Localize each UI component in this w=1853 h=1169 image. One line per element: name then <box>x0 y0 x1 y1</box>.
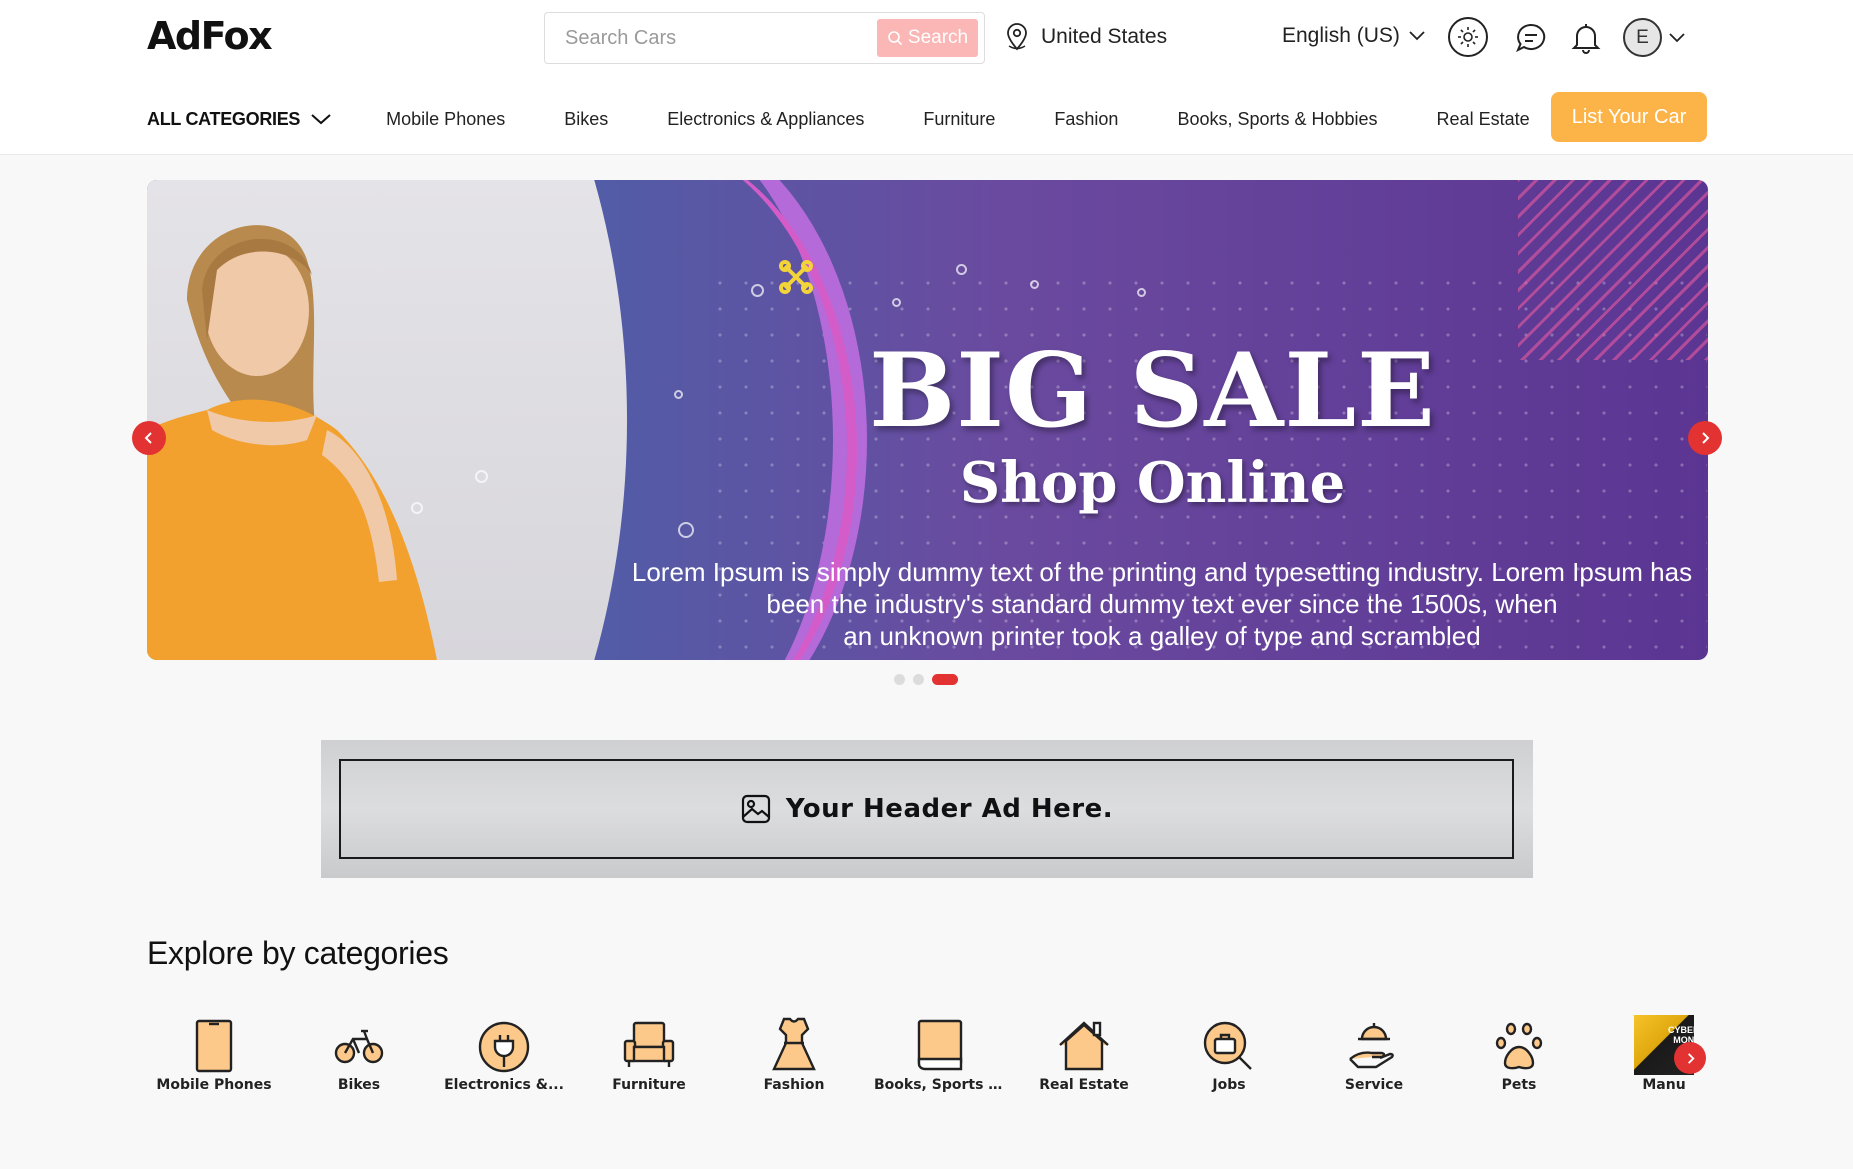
banner-body-line: Lorem Ipsum is simply dummy text of the … <box>631 557 1693 587</box>
site-header: AdFox Search United States English (US) … <box>0 0 1853 155</box>
theme-toggle-button[interactable] <box>1448 17 1488 57</box>
category-label: Electronics &... <box>444 1077 564 1093</box>
category-label: Real Estate <box>1039 1077 1129 1093</box>
category-bikes[interactable]: Bikes <box>294 1015 424 1093</box>
chevron-down-icon <box>1409 31 1425 41</box>
sun-icon <box>1458 27 1478 47</box>
category-nav: ALL CATEGORIES Mobile Phones Bikes Elect… <box>147 104 1589 134</box>
all-categories-dropdown[interactable]: ALL CATEGORIES <box>147 109 332 130</box>
banner-headline: BIG SALE <box>869 331 1436 451</box>
search-input[interactable] <box>565 21 865 55</box>
search-bar: Search <box>544 12 985 64</box>
search-icon <box>888 31 902 46</box>
category-label: Service <box>1344 1077 1404 1093</box>
house-icon <box>1059 1021 1109 1071</box>
category-fashion[interactable]: Fashion <box>729 1015 859 1093</box>
ring-decoration <box>751 284 764 297</box>
book-icon <box>917 1019 963 1071</box>
category-label: Fashion <box>763 1077 825 1093</box>
ring-decoration <box>892 298 901 307</box>
nav-item-mobile-phones[interactable]: Mobile Phones <box>386 109 505 130</box>
banner-next-button[interactable] <box>1688 421 1722 455</box>
ring-decoration <box>678 522 694 538</box>
nav-item-fashion[interactable]: Fashion <box>1054 109 1118 130</box>
location-pin-icon <box>1007 23 1027 51</box>
nav-item-bikes[interactable]: Bikes <box>564 109 608 130</box>
job-search-icon <box>1203 1021 1252 1070</box>
dress-icon <box>772 1017 816 1071</box>
banner-body-line: been the industry's standard dummy text … <box>766 589 1558 619</box>
search-button-label: Search <box>907 27 969 48</box>
ad-text: Your Header Ad Here. <box>785 794 1114 824</box>
header-ad-banner[interactable]: Your Header Ad Here. <box>321 740 1533 878</box>
category-label: Pets <box>1501 1077 1537 1093</box>
logo[interactable]: AdFox <box>147 14 273 58</box>
category-label: Furniture <box>612 1077 686 1093</box>
categories-heading: Explore by categories <box>147 935 449 971</box>
category-manual[interactable]: CYBER MON Manu <box>1599 1015 1729 1093</box>
ad-frame: Your Header Ad Here. <box>339 759 1514 859</box>
plug-icon <box>478 1021 530 1073</box>
pager-dot[interactable] <box>894 674 905 685</box>
chevron-left-icon <box>144 432 152 444</box>
account-chevron-down-icon[interactable] <box>1668 32 1686 44</box>
bicycle-icon <box>334 1029 384 1064</box>
category-label: Mobile Phones <box>156 1077 272 1093</box>
list-your-car-button[interactable]: List Your Car <box>1551 92 1707 142</box>
category-jobs[interactable]: Jobs <box>1164 1015 1294 1093</box>
nav-item-real-estate[interactable]: Real Estate <box>1437 109 1530 130</box>
pager-dot[interactable] <box>913 674 924 685</box>
search-button[interactable]: Search <box>877 19 978 57</box>
banner-body-text: Lorem Ipsum is simply dummy text of the … <box>622 556 1702 652</box>
nav-item-electronics-appliances[interactable]: Electronics & Appliances <box>667 109 864 130</box>
all-categories-label: ALL CATEGORIES <box>147 108 301 129</box>
category-furniture[interactable]: Furniture <box>584 1015 714 1093</box>
user-avatar[interactable]: E <box>1623 18 1662 57</box>
category-label: Books, Sports ... <box>874 1077 1004 1093</box>
x-decoration-icon <box>779 260 813 294</box>
messages-button[interactable] <box>1513 20 1549 56</box>
category-label: Jobs <box>1212 1077 1246 1093</box>
category-pets[interactable]: Pets <box>1454 1015 1584 1093</box>
ring-decoration <box>956 264 967 275</box>
hero-banner[interactable]: BIG SALE Shop Online Lorem Ipsum is simp… <box>147 180 1708 660</box>
category-label: Manu <box>1642 1077 1686 1093</box>
chevron-right-icon <box>1687 1052 1695 1064</box>
ring-decoration <box>1137 288 1146 297</box>
language-label: English (US) <box>1282 24 1400 47</box>
pager-dot-active[interactable] <box>932 674 958 685</box>
service-bell-icon <box>1349 1023 1394 1069</box>
categories-next-button[interactable] <box>1674 1042 1706 1074</box>
location-label: United States <box>1041 25 1168 48</box>
armchair-icon <box>623 1021 675 1067</box>
banner-subheadline: Shop Online <box>959 450 1346 516</box>
paw-icon <box>1495 1022 1543 1070</box>
stripe-decoration <box>1518 180 1708 360</box>
banner-pager <box>894 674 958 685</box>
chat-icon <box>1516 23 1546 53</box>
language-selector[interactable]: English (US) <box>1282 24 1426 48</box>
category-mobile-phones[interactable]: Mobile Phones <box>149 1015 279 1093</box>
chevron-down-icon <box>311 113 331 124</box>
nav-item-furniture[interactable]: Furniture <box>923 109 995 130</box>
location-selector[interactable]: United States <box>1003 22 1167 52</box>
category-service[interactable]: Service <box>1309 1015 1439 1093</box>
banner-prev-button[interactable] <box>132 421 166 455</box>
mobile-phone-icon <box>195 1019 233 1073</box>
image-icon <box>741 794 770 824</box>
category-books-sports[interactable]: Books, Sports ... <box>874 1015 1004 1093</box>
chevron-right-icon <box>1702 432 1710 444</box>
category-label: Bikes <box>337 1077 381 1093</box>
banner-body-line: an unknown printer took a galley of type… <box>843 621 1481 651</box>
category-real-estate[interactable]: Real Estate <box>1019 1015 1149 1093</box>
nav-item-books-sports-hobbies[interactable]: Books, Sports & Hobbies <box>1177 109 1377 130</box>
ring-decoration <box>1030 280 1039 289</box>
notifications-button[interactable] <box>1568 20 1604 56</box>
category-electronics[interactable]: Electronics &... <box>439 1015 569 1093</box>
categories-carousel: Mobile Phones Bikes Electronics &... Fur… <box>147 1015 1707 1125</box>
bell-icon <box>1571 24 1601 54</box>
